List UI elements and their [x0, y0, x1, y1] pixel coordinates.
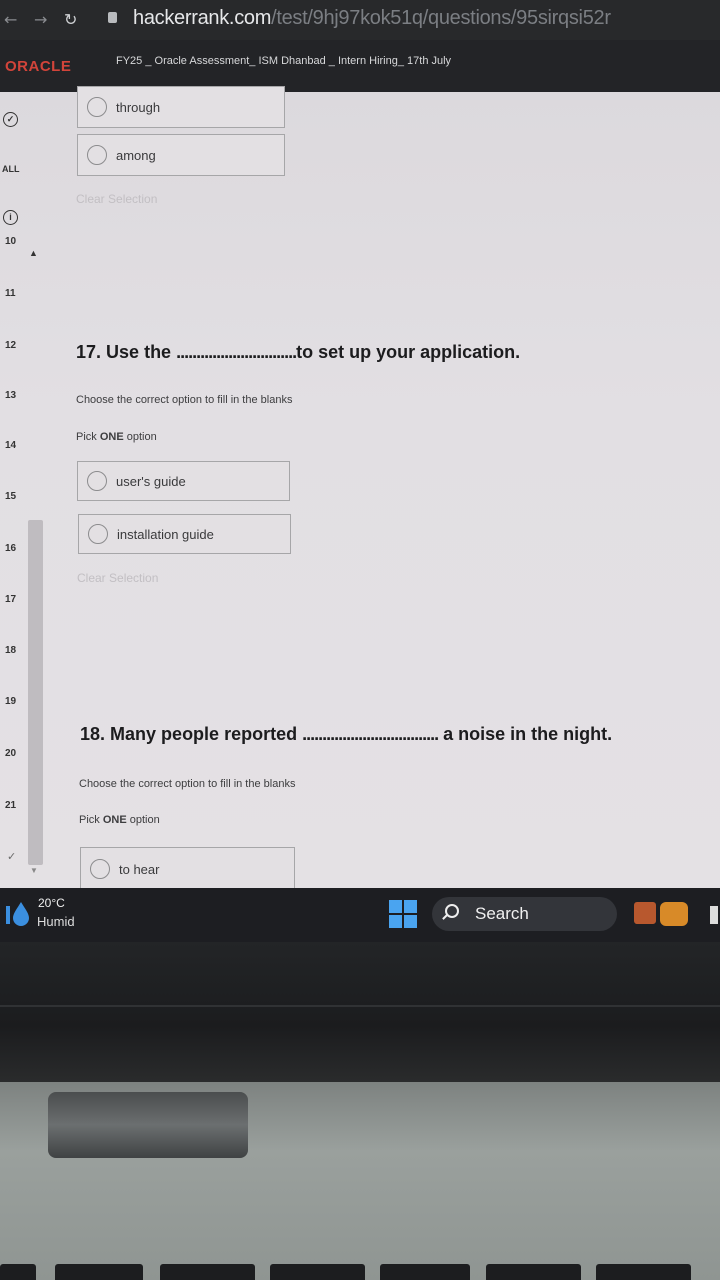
forward-arrow-icon[interactable]: → [34, 10, 47, 29]
radio-button[interactable] [88, 524, 108, 544]
radio-button[interactable] [87, 471, 107, 491]
site-header: ORACLE FY25 _ Oracle Assessment_ ISM Dha… [0, 40, 720, 92]
lock-icon [108, 12, 117, 23]
q18-option-to-hear[interactable]: to hear [80, 847, 295, 891]
sidebar-all[interactable]: ALL [2, 164, 20, 174]
keyboard-key [55, 1264, 143, 1280]
sidebar-question-15[interactable]: 15 [5, 491, 16, 502]
q17-suffix: to set up your application. [296, 342, 521, 362]
radio-button[interactable] [90, 859, 110, 879]
q18-suffix: a noise in the night. [443, 724, 613, 744]
keyboard-key [486, 1264, 581, 1280]
url-field[interactable]: hackerrank.com/test/9hj97kok51q/question… [133, 7, 611, 30]
radio-button[interactable] [87, 97, 107, 117]
sidebar-question-20[interactable]: 20 [5, 748, 16, 759]
pick-suffix: option [126, 431, 157, 443]
q17-clear-selection[interactable]: Clear Selection [77, 571, 158, 585]
sidebar-question-12[interactable]: 12 [5, 340, 16, 351]
sidebar-question-11[interactable]: 11 [5, 288, 16, 299]
question-content: ✓ ALL i 10 ▲ 11 12 13 14 15 16 17 18 19 … [0, 86, 720, 891]
sidebar-question-19[interactable]: 19 [5, 696, 16, 707]
q18-prefix: Many people reported [110, 724, 298, 744]
caret-up-icon[interactable]: ▲ [29, 248, 38, 258]
question-sidebar: ✓ ALL i 10 ▲ 11 12 13 14 15 16 17 18 19 … [0, 92, 44, 888]
sidebar-question-17[interactable]: 17 [5, 594, 16, 605]
water-drop-icon[interactable] [6, 900, 30, 926]
back-arrow-icon[interactable]: ← [4, 10, 17, 29]
taskbar-app-icon[interactable] [710, 906, 718, 924]
pick-prefix: Pick [79, 814, 100, 826]
weather-temperature[interactable]: 20°C [38, 896, 65, 910]
pick-bold: ONE [102, 814, 127, 826]
taskbar-app-icon[interactable] [660, 902, 688, 926]
caret-down-icon[interactable]: ▼ [30, 866, 38, 875]
pick-bold: ONE [99, 431, 124, 443]
sidebar-question-21[interactable]: 21 [5, 800, 16, 811]
q17-pick-one: Pick ONE option [76, 431, 157, 443]
sidebar-question-18[interactable]: 18 [5, 645, 16, 656]
check-icon: ✓ [7, 851, 17, 863]
q18-pick-one: Pick ONE option [79, 814, 160, 826]
q17-blank: .............................. [176, 342, 297, 362]
pick-suffix: option [129, 814, 160, 826]
laptop-bezel [0, 942, 720, 1082]
q17-option-installation-guide[interactable]: installation guide [78, 514, 291, 554]
q17-instruction: Choose the correct option to fill in the… [76, 394, 293, 406]
oracle-logo: ORACLE [5, 58, 72, 75]
taskbar-app-icon[interactable] [634, 902, 656, 924]
browser-address-bar: ← → ↻ hackerrank.com/test/9hj97kok51q/qu… [0, 0, 720, 40]
sidebar-question-10[interactable]: 10 [5, 236, 16, 247]
sidebar-question-13[interactable]: 13 [5, 390, 16, 401]
weather-description[interactable]: Humid [37, 914, 75, 929]
sidebar-question-14[interactable]: 14 [5, 440, 16, 451]
keyboard-key [270, 1264, 365, 1280]
q16-option-among[interactable]: among [77, 134, 285, 176]
search-label[interactable]: Search [475, 904, 529, 924]
url-domain: hackerrank.com [133, 7, 272, 29]
sidebar-question-16[interactable]: 16 [5, 543, 16, 554]
compass-icon[interactable]: ✓ [3, 112, 18, 127]
q18-instruction: Choose the correct option to fill in the… [79, 778, 296, 790]
reload-icon[interactable]: ↻ [64, 10, 77, 29]
info-icon[interactable]: i [3, 210, 18, 225]
windows-start-icon[interactable] [389, 900, 417, 928]
laptop-hinge [48, 1092, 248, 1158]
pick-prefix: Pick [76, 431, 97, 443]
radio-button[interactable] [87, 145, 107, 165]
q17-option-users-guide[interactable]: user's guide [77, 461, 290, 501]
option-label: among [116, 147, 156, 163]
bezel-divider [0, 1005, 720, 1007]
option-label: through [116, 99, 161, 115]
test-title: FY25 _ Oracle Assessment_ ISM Dhanbad _ … [116, 55, 452, 67]
windows-taskbar: 20°C Humid Search [0, 888, 720, 942]
option-label: installation guide [117, 526, 214, 542]
search-icon [445, 904, 459, 918]
q18-number: 18. [80, 724, 106, 744]
keyboard-key [596, 1264, 691, 1280]
q17-prefix: Use the [106, 342, 172, 362]
sidebar-scrollbar[interactable] [28, 520, 43, 865]
keyboard-key [160, 1264, 255, 1280]
option-label: user's guide [116, 473, 186, 489]
option-label: to hear [119, 861, 160, 877]
q18-blank: .................................. [302, 724, 439, 744]
q18-title: 18. Many people reported ...............… [80, 724, 612, 745]
url-path: /test/9hj97kok51q/questions/95sirqsi52r [271, 7, 611, 29]
keyboard-edge [0, 1262, 720, 1280]
q17-number: 17. [76, 342, 102, 362]
keyboard-key [0, 1264, 36, 1280]
q16-clear-selection[interactable]: Clear Selection [76, 192, 157, 206]
keyboard-key [380, 1264, 470, 1280]
q17-title: 17. Use the ............................… [76, 342, 520, 363]
q16-option-through[interactable]: through [77, 86, 285, 128]
